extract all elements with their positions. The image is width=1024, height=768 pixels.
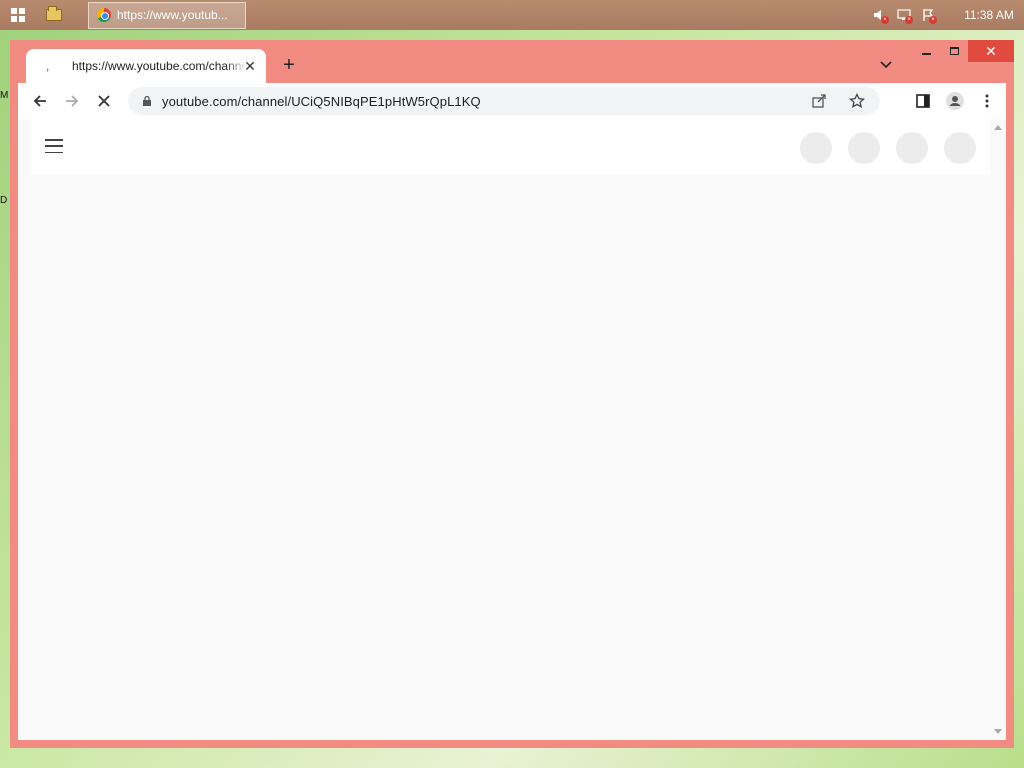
back-arrow-icon (33, 95, 46, 107)
minimize-icon (921, 53, 931, 55)
desktop-icon-label-fragment: D (0, 195, 8, 206)
tab-title: https://www.youtube.com/channel/UCiQ5NIB… (72, 59, 246, 73)
loading-placeholder-circle (944, 132, 976, 164)
close-window-button[interactable]: ✕ (968, 40, 1014, 62)
profile-button[interactable] (942, 85, 968, 117)
window-controls: ✕ (912, 40, 1014, 62)
volume-muted-icon[interactable]: × (868, 0, 892, 30)
maximize-icon (949, 47, 959, 55)
scroll-up-arrow-icon[interactable] (994, 125, 1002, 130)
bookmark-star-icon (849, 93, 865, 108)
page-viewport (18, 119, 1006, 740)
youtube-header-skeleton (30, 119, 990, 175)
header-placeholder-group (800, 132, 976, 164)
tab-close-icon[interactable]: ✕ (242, 58, 258, 74)
page-scrollbar[interactable] (990, 119, 1006, 740)
chevron-down-icon (880, 61, 892, 69)
chrome-taskbar-label: https://www.youtub... (117, 8, 228, 22)
loading-placeholder-circle (896, 132, 928, 164)
tab-search-button[interactable] (878, 56, 894, 72)
share-icon (812, 94, 826, 108)
tab-loading-icon: , (46, 59, 50, 73)
share-button[interactable] (806, 91, 832, 111)
forward-arrow-icon (66, 95, 79, 107)
network-icon[interactable]: × (892, 0, 916, 30)
kebab-menu-icon (985, 94, 989, 108)
browser-toolbar: youtube.com/channel/UCiQ5NIBqPE1pHtW5rQp… (18, 83, 1006, 119)
browser-window: ✕ , https://www.youtube.com/channel/UCiQ… (10, 40, 1014, 748)
new-tab-button[interactable]: + (278, 54, 300, 76)
lock-icon[interactable] (142, 95, 152, 107)
file-explorer-taskbar-button[interactable] (36, 0, 72, 30)
maximize-button[interactable] (940, 40, 968, 62)
side-panel-button[interactable] (910, 85, 936, 117)
stop-loading-button[interactable] (88, 85, 120, 117)
address-url[interactable]: youtube.com/channel/UCiQ5NIBqPE1pHtW5rQp… (162, 94, 481, 109)
tab-youtube-channel[interactable]: , https://www.youtube.com/channel/UCiQ5N… (26, 49, 266, 83)
start-button[interactable] (0, 0, 36, 30)
browser-menu-button[interactable] (974, 85, 1000, 117)
loading-placeholder-circle (848, 132, 880, 164)
taskbar: https://www.youtub... × × × 11:38 AM (0, 0, 1024, 30)
minimize-button[interactable] (912, 40, 940, 62)
stop-loading-icon (98, 95, 110, 107)
back-button[interactable] (24, 85, 56, 117)
forward-button[interactable] (56, 85, 88, 117)
loading-placeholder-circle (800, 132, 832, 164)
side-panel-icon (916, 94, 930, 108)
address-bar-actions (806, 91, 870, 111)
taskbar-clock[interactable]: 11:38 AM (954, 8, 1024, 22)
windows-start-icon (11, 8, 25, 22)
action-center-icon[interactable]: × (916, 0, 940, 30)
bookmark-button[interactable] (844, 91, 870, 111)
scroll-down-arrow-icon[interactable] (994, 729, 1002, 734)
file-explorer-icon (46, 6, 62, 21)
desktop-icon-label-fragment: M (0, 90, 9, 101)
address-bar[interactable]: youtube.com/channel/UCiQ5NIBqPE1pHtW5rQp… (128, 87, 880, 115)
profile-icon (946, 92, 964, 110)
chrome-taskbar-button[interactable]: https://www.youtub... (88, 1, 246, 29)
toolbar-right-actions (910, 85, 1000, 117)
hamburger-menu-icon[interactable] (45, 139, 63, 153)
chrome-icon (97, 8, 111, 22)
system-tray: × × × 11:38 AM (868, 0, 1024, 30)
